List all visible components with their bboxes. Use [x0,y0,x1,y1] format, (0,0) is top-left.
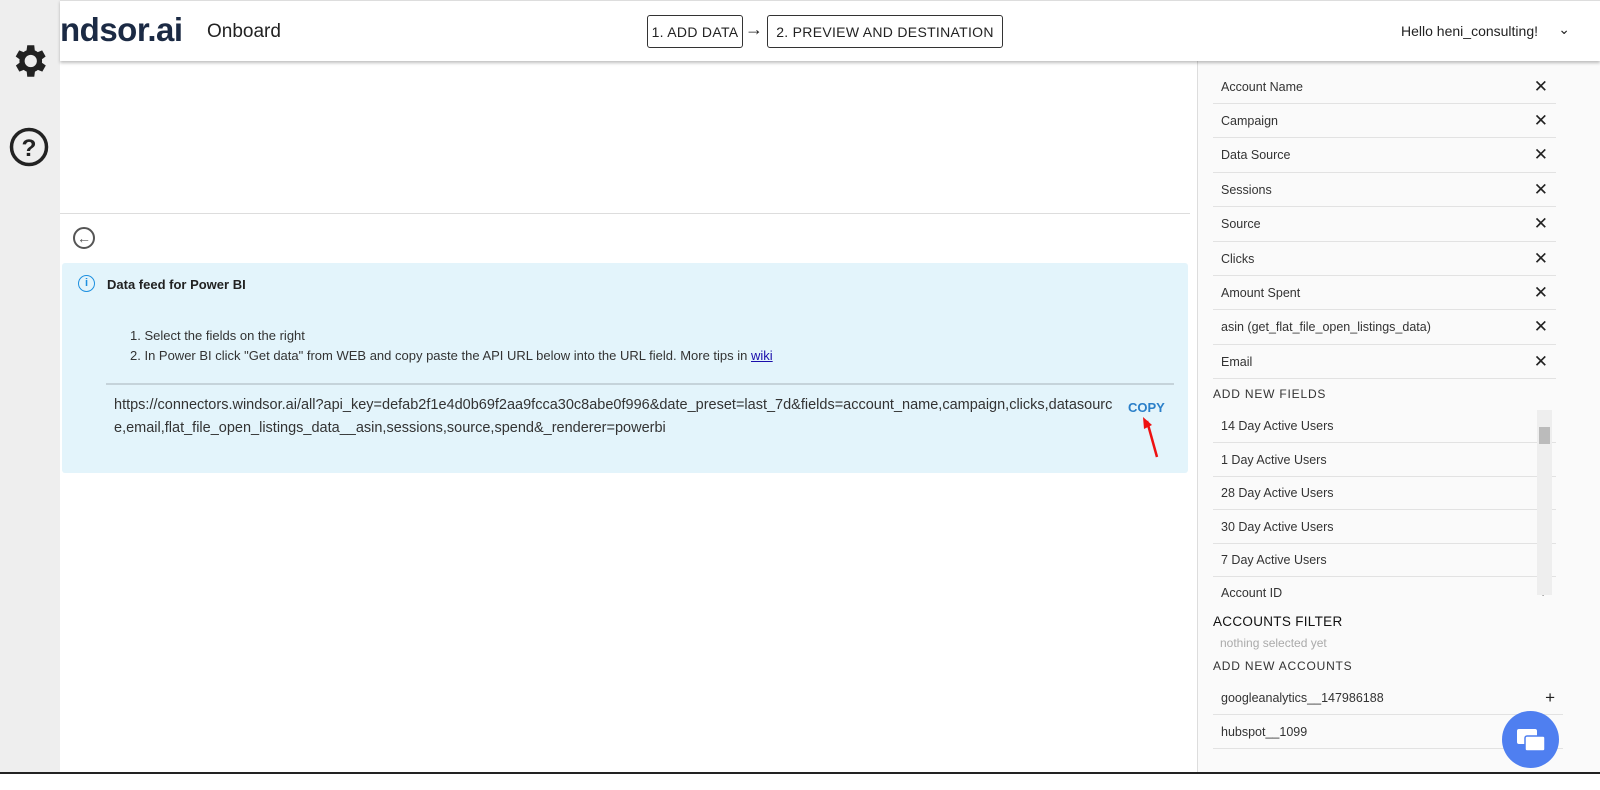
selected-field-item[interactable]: Source ✕ [1213,208,1556,242]
nothing-selected-text: nothing selected yet [1220,636,1327,650]
field-label: 30 Day Active Users [1221,519,1334,534]
instructions: 1. Select the fields on the right 2. In … [130,326,773,366]
data-feed-panel: i Data feed for Power BI 1. Select the f… [62,263,1188,473]
selected-field-item[interactable]: asin (get_flat_file_open_listings_data) ✕ [1213,311,1556,345]
user-greeting[interactable]: Hello heni_consulting! [1401,23,1538,39]
left-sidebar: ? [0,0,60,772]
step-add-data[interactable]: 1. ADD DATA [647,15,743,48]
selected-field-item[interactable]: Data Source ✕ [1213,139,1556,173]
field-label: hubspot__1099 [1221,724,1308,739]
remove-icon[interactable]: ✕ [1534,352,1548,372]
selected-field-item[interactable]: Sessions ✕ [1213,173,1556,208]
field-label: Account ID [1221,586,1283,600]
back-arrow-icon[interactable]: ← [73,227,95,249]
api-url[interactable]: https://connectors.windsor.ai/all?api_ke… [114,394,1114,440]
selected-field-item[interactable]: Amount Spent ✕ [1213,276,1556,311]
field-label: 14 Day Active Users [1221,419,1334,433]
add-new-accounts-label: ADD NEW ACCOUNTS [1213,659,1353,673]
field-label: asin (get_flat_file_open_listings_data) [1221,320,1431,335]
help-icon[interactable]: ? [8,126,50,168]
step-arrow: → [745,19,763,39]
app-name: Onboard [207,21,281,42]
info-icon: i [78,275,95,292]
chat-icon [1517,729,1546,752]
new-field-item[interactable]: 30 Day Active Users+ [1213,511,1556,544]
remove-icon[interactable]: ✕ [1534,77,1548,97]
new-field-item[interactable]: 14 Day Active Users+ [1213,410,1556,443]
step-preview-destination[interactable]: 2. PREVIEW AND DESTINATION [767,15,1003,48]
remove-icon[interactable]: ✕ [1534,317,1548,337]
remove-icon[interactable]: ✕ [1534,283,1548,303]
scrollbar-thumb[interactable] [1539,427,1550,444]
selected-field-item[interactable]: Account Name ✕ [1213,70,1556,104]
info-title: Data feed for Power BI [107,277,246,292]
field-label: Clicks [1221,251,1255,266]
wiki-link[interactable]: wiki [751,348,773,363]
field-label: Account Name [1221,79,1303,94]
accounts-filter-title: ACCOUNTS FILTER [1213,614,1343,629]
settings-gear-icon[interactable] [8,40,50,82]
field-label: Email [1221,354,1253,369]
field-label: Campaign [1221,113,1278,128]
field-label: 28 Day Active Users [1221,486,1334,501]
add-new-fields-label: ADD NEW FIELDS [1213,387,1327,401]
new-field-item[interactable]: 7 Day Active Users+ [1213,544,1556,578]
field-label: Source [1221,217,1261,232]
top-header: ndsor.ai Onboard 1. ADD DATA → 2. PREVIE… [60,0,1600,61]
fields-scrollbar[interactable] [1537,410,1552,595]
svg-text:?: ? [22,135,37,162]
remove-icon[interactable]: ✕ [1534,145,1548,165]
field-label: googleanalytics__147986188 [1221,690,1384,705]
new-field-item[interactable]: 28 Day Active Users+ [1213,477,1556,511]
field-label: Sessions [1221,182,1272,197]
divider [60,213,1190,214]
field-label: Amount Spent [1221,285,1301,300]
logo[interactable]: ndsor.ai [60,11,183,49]
selected-field-item[interactable]: Email ✕ [1213,345,1556,380]
selected-field-item[interactable]: Campaign ✕ [1213,104,1556,139]
new-field-item[interactable]: 1 Day Active Users+ [1213,444,1556,477]
field-label: Data Source [1221,148,1291,163]
remove-icon[interactable]: ✕ [1534,249,1548,269]
field-label: 7 Day Active Users [1221,553,1327,568]
instruction-step-1: 1. Select the fields on the right [130,328,305,343]
chevron-down-icon[interactable]: ⌄ [1558,21,1570,38]
remove-icon[interactable]: ✕ [1534,111,1548,131]
account-item[interactable]: googleanalytics__147986188 + [1213,681,1563,715]
red-annotation-arrow-icon [1143,417,1159,458]
instruction-text: 2. In Power BI click "Get data" from WEB… [130,348,751,363]
selected-field-item[interactable]: Clicks ✕ [1213,242,1556,276]
instruction-step-2: 2. In Power BI click "Get data" from WEB… [130,346,773,366]
field-label: 1 Day Active Users [1221,452,1327,467]
bottom-edge [0,772,1600,790]
add-icon[interactable]: + [1545,688,1555,708]
chat-button[interactable] [1502,711,1559,768]
new-field-item[interactable]: Account ID+ [1213,578,1556,602]
remove-icon[interactable]: ✕ [1534,180,1548,200]
remove-icon[interactable]: ✕ [1534,214,1548,234]
